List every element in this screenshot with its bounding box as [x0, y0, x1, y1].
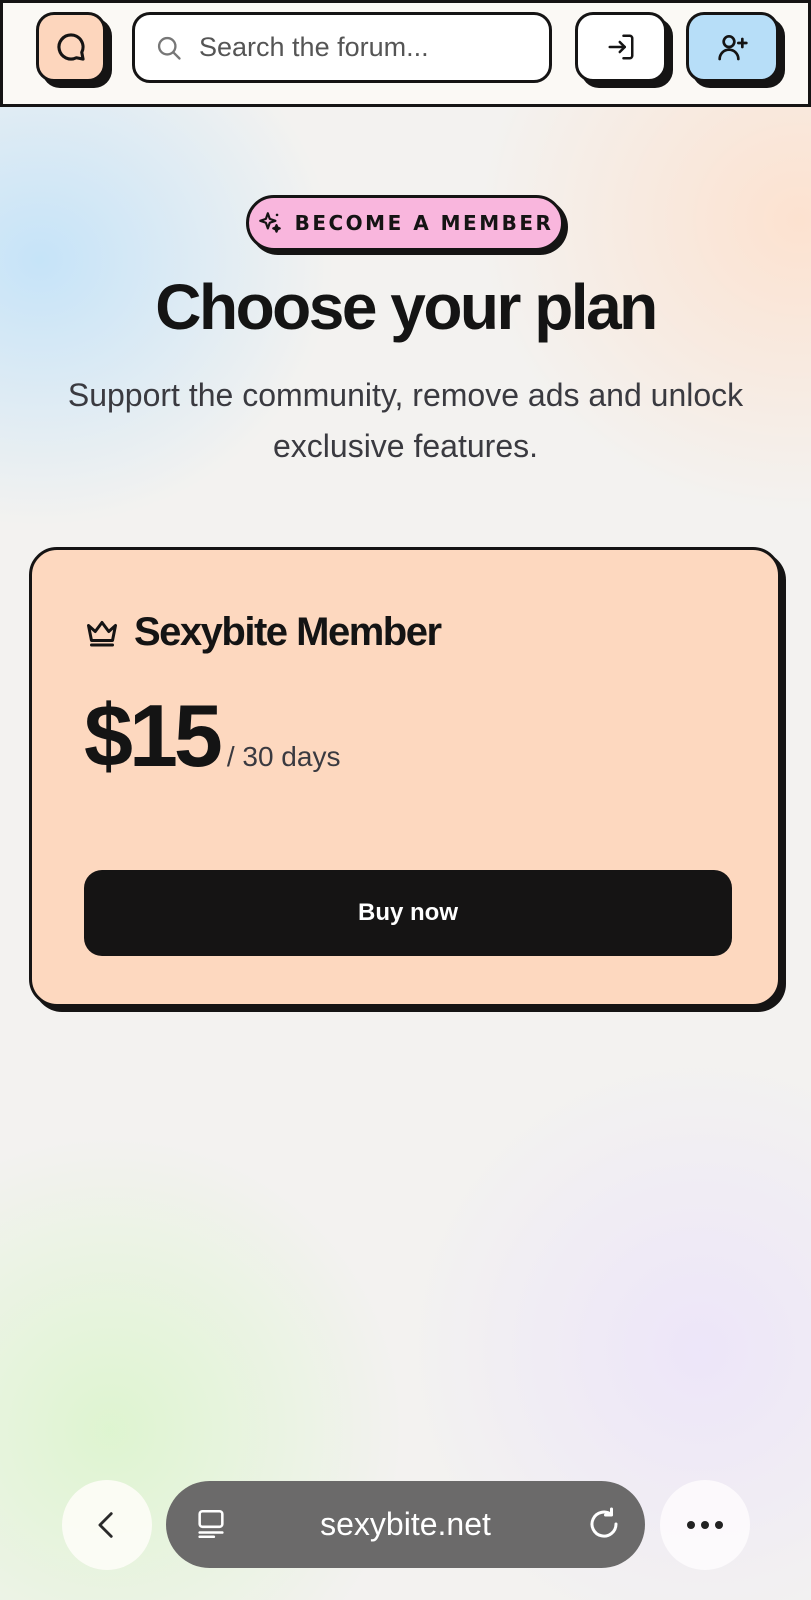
- search-box[interactable]: [132, 12, 552, 83]
- plan-header: Sexybite Member: [84, 610, 442, 655]
- become-member-badge: BECOME A MEMBER: [246, 195, 564, 251]
- signup-button[interactable]: [686, 12, 779, 82]
- back-button[interactable]: [62, 1480, 152, 1570]
- crown-icon: [87, 620, 117, 646]
- plan-card: Sexybite Member $15 / 30 days Buy now: [29, 547, 781, 1007]
- plan-name: Sexybite Member: [134, 610, 442, 654]
- more-dots-icon: [687, 1521, 723, 1529]
- page-subtitle: Support the community, remove ads and un…: [67, 377, 744, 464]
- plan-price: $15: [84, 686, 223, 785]
- chat-bubble-icon: [57, 33, 85, 61]
- search-input[interactable]: [199, 32, 519, 63]
- reload-icon[interactable]: [586, 1506, 622, 1542]
- more-options-button[interactable]: [660, 1480, 750, 1570]
- login-arrow-icon: [608, 34, 634, 60]
- address-bar[interactable]: sexybite.net: [166, 1481, 645, 1568]
- buy-now-button[interactable]: Buy now: [84, 870, 732, 956]
- login-button[interactable]: [575, 12, 667, 82]
- chevron-left-icon: [98, 1512, 113, 1538]
- url-text: sexybite.net: [320, 1506, 491, 1542]
- sparkles-icon: [258, 212, 281, 233]
- page-title: Choose your plan: [155, 271, 658, 343]
- home-logo-button[interactable]: [36, 12, 106, 82]
- search-icon: [157, 36, 181, 60]
- top-bar: [0, 0, 811, 107]
- price-row: $15 / 30 days: [84, 685, 340, 787]
- user-plus-icon: [717, 35, 748, 61]
- plan-period: / 30 days: [226, 741, 341, 772]
- badge-label: BECOME A MEMBER: [294, 211, 554, 235]
